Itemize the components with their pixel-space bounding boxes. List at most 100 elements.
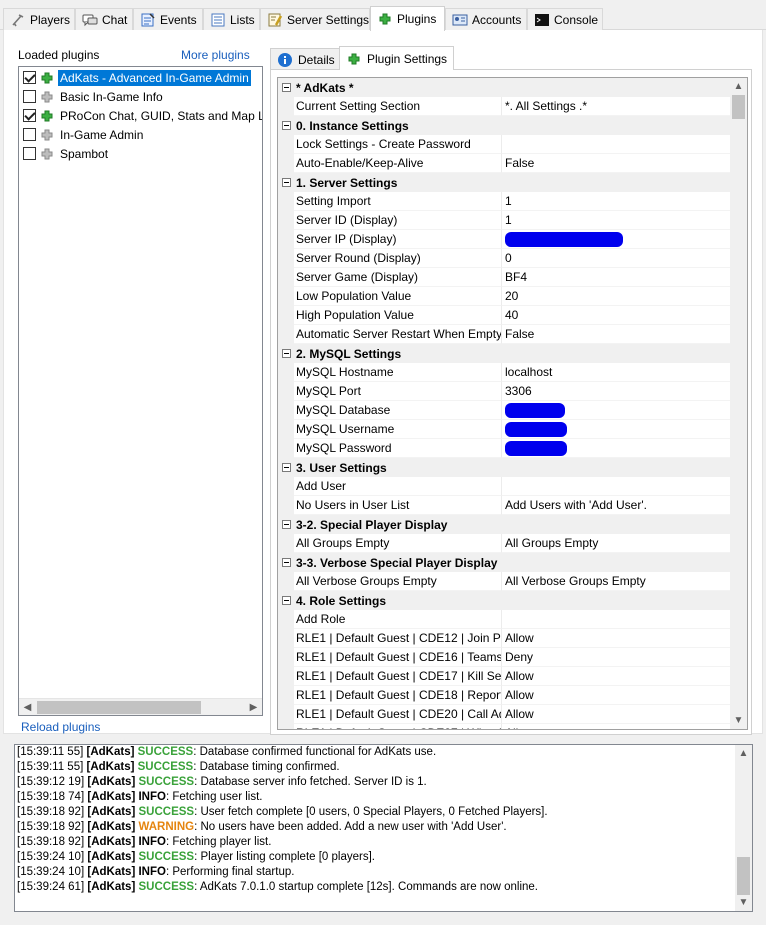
plugin-item-procon-chat[interactable]: PRoCon Chat, GUID, Stats and Map Logger: [19, 106, 262, 125]
tab-console[interactable]: Console: [527, 8, 603, 30]
scroll-up-icon[interactable]: ▲: [735, 745, 752, 762]
setting-value[interactable]: All Groups Empty: [502, 534, 747, 553]
scrollbar-thumb[interactable]: [732, 95, 745, 119]
plugins-list[interactable]: AdKats - Advanced In-Game Admin Basic In…: [18, 66, 263, 716]
settings-category[interactable]: 1. Server Settings: [278, 173, 747, 192]
collapse-icon[interactable]: [278, 78, 294, 97]
settings-row[interactable]: Current Setting Section *. All Settings .…: [278, 97, 747, 116]
settings-row[interactable]: No Users in User List Add Users with 'Add…: [278, 496, 747, 515]
setting-value[interactable]: [502, 439, 747, 458]
plugin-checkbox-spambot[interactable]: [23, 147, 36, 160]
settings-row[interactable]: MySQL Username: [278, 420, 747, 439]
scroll-right-icon[interactable]: ▶: [245, 699, 262, 715]
settings-row[interactable]: Add Role: [278, 610, 747, 629]
setting-value[interactable]: [502, 420, 747, 439]
setting-value[interactable]: [502, 401, 747, 420]
settings-row[interactable]: Auto-Enable/Keep-Alive False: [278, 154, 747, 173]
settings-row[interactable]: MySQL Database: [278, 401, 747, 420]
tab-events[interactable]: Events: [133, 8, 203, 30]
setting-value[interactable]: 0: [502, 249, 747, 268]
settings-row[interactable]: Server IP (Display): [278, 230, 747, 249]
collapse-icon[interactable]: [278, 458, 294, 477]
settings-category[interactable]: 4. Role Settings: [278, 591, 747, 610]
setting-value[interactable]: False: [502, 325, 747, 344]
settings-category[interactable]: * AdKats *: [278, 78, 747, 97]
tab-plugin-settings[interactable]: Plugin Settings: [339, 46, 454, 70]
plugin-item-in-game-admin[interactable]: In-Game Admin: [19, 125, 262, 144]
settings-category[interactable]: 3-3. Verbose Special Player Display: [278, 553, 747, 572]
settings-row[interactable]: All Verbose Groups Empty All Verbose Grou…: [278, 572, 747, 591]
setting-value[interactable]: [502, 477, 747, 496]
setting-value[interactable]: 1: [502, 192, 747, 211]
setting-value[interactable]: Allow: [502, 686, 747, 705]
collapse-icon[interactable]: [278, 553, 294, 572]
setting-value[interactable]: Allow: [502, 724, 747, 729]
plugin-checkbox-in-game-admin[interactable]: [23, 128, 36, 141]
plugin-log-output[interactable]: [15:39:11 55] [AdKats] SUCCESS: Database…: [14, 744, 753, 912]
collapse-icon[interactable]: [278, 344, 294, 363]
plugin-checkbox-adkats[interactable]: [23, 71, 36, 84]
settings-row[interactable]: High Population Value 40: [278, 306, 747, 325]
setting-value[interactable]: Allow: [502, 705, 747, 724]
settings-row[interactable]: Lock Settings - Create Password: [278, 135, 747, 154]
tab-chat[interactable]: Chat: [75, 8, 133, 30]
tab-players[interactable]: Players: [3, 8, 75, 30]
settings-row[interactable]: RLE1 | Default Guest | CDE17 | Kill Self…: [278, 667, 747, 686]
plugin-item-basic-info[interactable]: Basic In-Game Info: [19, 87, 262, 106]
plugins-horizontal-scrollbar[interactable]: ◀ ▶: [19, 698, 262, 715]
scroll-up-icon[interactable]: ▲: [730, 78, 747, 95]
settings-row[interactable]: RLE1 | Default Guest | CDE12 | Join Play…: [278, 629, 747, 648]
setting-value[interactable]: *. All Settings .*: [502, 97, 747, 116]
setting-value[interactable]: All Verbose Groups Empty: [502, 572, 747, 591]
settings-row[interactable]: Server Round (Display) 0: [278, 249, 747, 268]
scrollbar-thumb[interactable]: [37, 701, 201, 714]
plugin-checkbox-procon-chat[interactable]: [23, 109, 36, 122]
settings-row[interactable]: RLE1 | Default Guest | CDE27 | What IsAl…: [278, 724, 747, 729]
settings-row[interactable]: Server Game (Display) BF4: [278, 268, 747, 287]
settings-category[interactable]: 2. MySQL Settings: [278, 344, 747, 363]
setting-value[interactable]: Allow: [502, 667, 747, 686]
setting-value[interactable]: localhost: [502, 363, 747, 382]
setting-value[interactable]: [502, 610, 747, 629]
settings-row[interactable]: RLE1 | Default Guest | CDE16 | Teamswap D…: [278, 648, 747, 667]
plugin-item-spambot[interactable]: Spambot: [19, 144, 262, 163]
setting-value[interactable]: 3306: [502, 382, 747, 401]
plugin-item-adkats[interactable]: AdKats - Advanced In-Game Admin: [19, 68, 262, 87]
setting-value[interactable]: [502, 135, 747, 154]
setting-value[interactable]: BF4: [502, 268, 747, 287]
scroll-down-icon[interactable]: ▼: [730, 712, 747, 729]
plugin-checkbox-basic-info[interactable]: [23, 90, 36, 103]
settings-vertical-scrollbar[interactable]: ▲ ▼: [730, 78, 747, 729]
settings-row[interactable]: RLE1 | Default Guest | CDE20 | Call Admi…: [278, 705, 747, 724]
setting-value[interactable]: 40: [502, 306, 747, 325]
tab-details[interactable]: Details: [270, 48, 340, 70]
collapse-icon[interactable]: [278, 116, 294, 135]
setting-value[interactable]: False: [502, 154, 747, 173]
tab-server-settings[interactable]: Server Settings: [260, 8, 370, 30]
settings-row[interactable]: Automatic Server Restart When Empty False: [278, 325, 747, 344]
settings-category[interactable]: 0. Instance Settings: [278, 116, 747, 135]
tab-lists[interactable]: Lists: [203, 8, 260, 30]
setting-value[interactable]: Deny: [502, 648, 747, 667]
settings-row[interactable]: MySQL Hostname localhost: [278, 363, 747, 382]
reload-plugins-link[interactable]: Reload plugins: [21, 720, 100, 734]
settings-category[interactable]: 3-2. Special Player Display: [278, 515, 747, 534]
tab-plugins[interactable]: Plugins: [370, 6, 445, 31]
settings-category[interactable]: 3. User Settings: [278, 458, 747, 477]
settings-row[interactable]: Server ID (Display) 1: [278, 211, 747, 230]
setting-value[interactable]: Add Users with 'Add User'.: [502, 496, 747, 515]
settings-row[interactable]: All Groups Empty All Groups Empty: [278, 534, 747, 553]
setting-value[interactable]: 20: [502, 287, 747, 306]
more-plugins-link[interactable]: More plugins: [181, 48, 250, 62]
setting-value[interactable]: [502, 230, 747, 249]
tab-accounts[interactable]: Accounts: [445, 8, 527, 30]
settings-row[interactable]: MySQL Password: [278, 439, 747, 458]
setting-value[interactable]: 1: [502, 211, 747, 230]
settings-row[interactable]: MySQL Port 3306: [278, 382, 747, 401]
collapse-icon[interactable]: [278, 173, 294, 192]
scrollbar-thumb[interactable]: [737, 857, 750, 895]
settings-row[interactable]: Low Population Value 20: [278, 287, 747, 306]
collapse-icon[interactable]: [278, 591, 294, 610]
setting-value[interactable]: Allow: [502, 629, 747, 648]
collapse-icon[interactable]: [278, 515, 294, 534]
